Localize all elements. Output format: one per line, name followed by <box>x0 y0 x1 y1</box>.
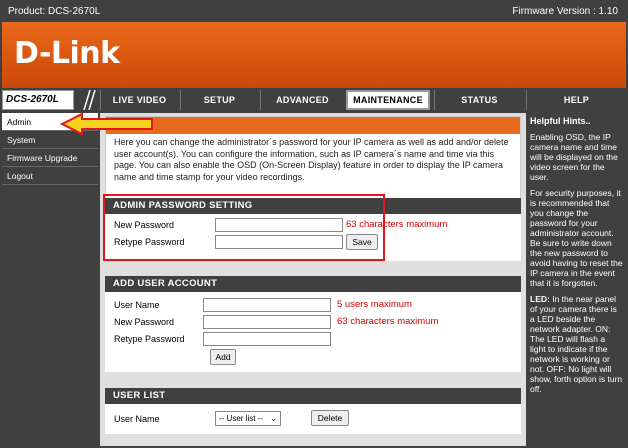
admin-intro-panel: ADMIN Here you can change the administra… <box>105 116 521 202</box>
add-user-password-max-note: 63 characters maximum <box>337 316 439 327</box>
main-nav: DCS-2670L LIVE VIDEO SETUP ADVANCED MAIN… <box>2 90 626 110</box>
brand-banner: D-Link <box>2 22 626 88</box>
user-list-select-value: -- User list -- <box>219 414 263 423</box>
chevron-down-icon: ⌄ <box>270 414 277 423</box>
tab-advanced[interactable]: ADVANCED <box>260 90 344 110</box>
highlight-box <box>103 194 385 261</box>
add-user-section: ADD USER ACCOUNT User Name 5 users maxim… <box>105 276 521 372</box>
tab-help[interactable]: HELP <box>526 90 626 110</box>
hint-led-text: In the near panel of your camera there i… <box>530 294 623 394</box>
hint-led-label: LED: <box>530 294 550 304</box>
user-name-label: User Name <box>114 300 160 310</box>
tab-live-video[interactable]: LIVE VIDEO <box>100 90 178 110</box>
add-user-password-input[interactable] <box>203 315 331 329</box>
page-frame: Product: DCS-2670L Firmware Version : 1.… <box>0 0 628 448</box>
intro-heading: ADMIN <box>106 117 520 134</box>
add-user-name-input[interactable] <box>203 298 331 312</box>
add-button[interactable]: Add <box>210 349 236 365</box>
user-list-name-label: User Name <box>114 414 160 424</box>
hint-security: For security purposes, it is recommended… <box>530 188 623 288</box>
slash-divider-icon <box>83 90 96 110</box>
tab-setup[interactable]: SETUP <box>180 90 258 110</box>
intro-text: Here you can change the administrator´s … <box>114 137 509 182</box>
sidebar-item-logout[interactable]: Logout <box>2 167 98 185</box>
hint-led: LED: In the near panel of your camera th… <box>527 291 626 397</box>
arrow-pointer-icon <box>60 113 153 135</box>
firmware-version: Firmware Version : 1.10 <box>512 6 618 17</box>
main-content: ADMIN Here you can change the administra… <box>100 113 526 446</box>
add-user-heading: ADD USER ACCOUNT <box>105 276 521 292</box>
hints-title: Helpful Hints.. <box>530 116 591 126</box>
add-retype-password-label: Retype Password <box>114 334 185 344</box>
tab-maintenance[interactable]: MAINTENANCE <box>346 90 430 110</box>
user-list-select[interactable]: -- User list -- ⌄ <box>215 411 281 426</box>
model-label: DCS-2670L <box>2 90 74 110</box>
helpful-hints-panel: Helpful Hints.. Enabling OSD, the IP cam… <box>527 113 626 446</box>
dlink-logo: D-Link <box>14 36 120 71</box>
users-max-note: 5 users maximum <box>337 299 412 310</box>
delete-button[interactable]: Delete <box>311 410 349 426</box>
sidebar: Admin System Firmware Upgrade Logout <box>2 113 98 446</box>
hint-osd: Enabling OSD, the IP camera name and tim… <box>530 132 618 182</box>
tab-status[interactable]: STATUS <box>434 90 524 110</box>
user-list-heading: USER LIST <box>105 388 521 404</box>
top-bar: Product: DCS-2670L Firmware Version : 1.… <box>2 2 626 22</box>
add-new-password-label: New Password <box>114 317 175 327</box>
add-user-retype-input[interactable] <box>203 332 331 346</box>
user-list-section: USER LIST User Name -- User list -- ⌄ De… <box>105 388 521 434</box>
product-label: Product: DCS-2670L <box>8 6 101 17</box>
sidebar-item-firmware-upgrade[interactable]: Firmware Upgrade <box>2 149 98 167</box>
